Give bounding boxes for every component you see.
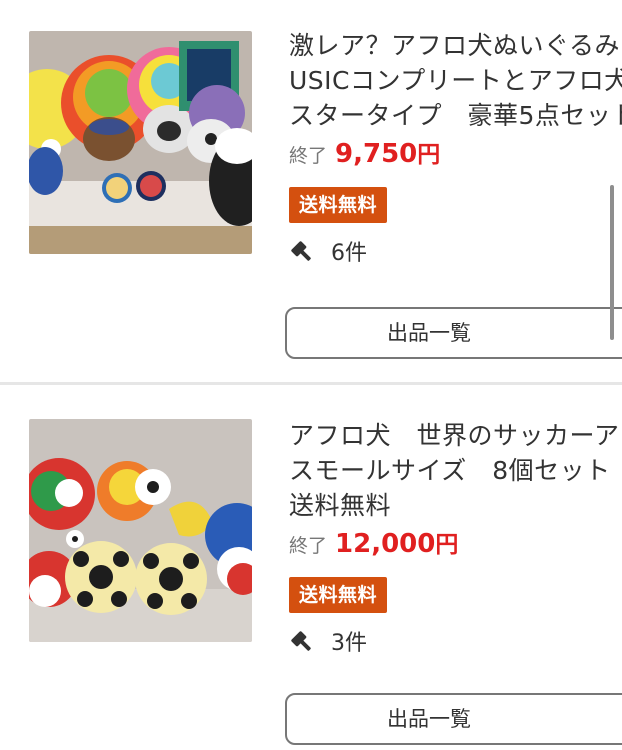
bid-count: 3件 xyxy=(331,631,367,656)
price-row: 終了 12,000円 xyxy=(289,527,622,561)
listing-title[interactable]: 激レア？アフロ犬ぬいぐるみ USICコンプリートとアフロ犬 スタータイプ 豪華5… xyxy=(289,28,622,133)
price-value: 9,750 xyxy=(335,139,418,169)
price-status-label: 終了 xyxy=(289,145,328,167)
listing-thumbnail[interactable] xyxy=(29,419,252,642)
price-status-label: 終了 xyxy=(289,535,328,557)
seller-listings-button-label: 出品一覧 xyxy=(387,707,471,731)
afro-dog-soccer-photo xyxy=(29,419,252,642)
listing-title-line[interactable]: 送料無料 xyxy=(289,488,622,523)
listing-title-line[interactable]: スタータイプ 豪華5点セット xyxy=(289,98,622,133)
listing-title-line[interactable]: USICコンプリートとアフロ犬 xyxy=(289,63,622,98)
gavel-icon xyxy=(289,629,315,655)
listing-title-line[interactable]: スモールサイズ 8個セット xyxy=(289,453,622,488)
price-unit: 円 xyxy=(435,532,459,558)
afro-dog-plush-photo xyxy=(29,31,252,254)
bid-count: 6件 xyxy=(331,241,367,266)
price-value: 12,000 xyxy=(335,529,436,559)
listing-info: 激レア？アフロ犬ぬいぐるみ USICコンプリートとアフロ犬 スタータイプ 豪華5… xyxy=(289,28,622,271)
listing-title-line[interactable]: 激レア？アフロ犬ぬいぐるみ xyxy=(289,28,622,63)
bid-count-row: 3件 xyxy=(289,627,622,661)
listing-thumbnail[interactable] xyxy=(29,31,252,254)
bid-count-row: 6件 xyxy=(289,237,622,271)
seller-listings-button-label: 出品一覧 xyxy=(387,321,471,345)
price-row: 終了 9,750円 xyxy=(289,137,622,171)
listing-title-line[interactable]: アフロ犬 世界のサッカーアフロ犬 xyxy=(289,418,622,453)
auction-results-page: 激レア？アフロ犬ぬいぐるみ USICコンプリートとアフロ犬 スタータイプ 豪華5… xyxy=(0,0,622,750)
scrollbar-thumb[interactable] xyxy=(610,185,614,340)
seller-listings-button[interactable]: 出品一覧 xyxy=(285,307,622,359)
listing-title[interactable]: アフロ犬 世界のサッカーアフロ犬 スモールサイズ 8個セット 送料無料 xyxy=(289,418,622,523)
gavel-icon xyxy=(289,239,315,265)
listing-info: アフロ犬 世界のサッカーアフロ犬 スモールサイズ 8個セット 送料無料 終了 12… xyxy=(289,418,622,661)
listing-item[interactable]: 激レア？アフロ犬ぬいぐるみ USICコンプリートとアフロ犬 スタータイプ 豪華5… xyxy=(0,0,622,383)
free-shipping-badge: 送料無料 xyxy=(289,187,388,223)
free-shipping-badge: 送料無料 xyxy=(289,577,388,613)
listing-item[interactable]: アフロ犬 世界のサッカーアフロ犬 スモールサイズ 8個セット 送料無料 終了 12… xyxy=(0,385,622,750)
seller-listings-button[interactable]: 出品一覧 xyxy=(285,693,622,745)
price-unit: 円 xyxy=(417,142,441,168)
